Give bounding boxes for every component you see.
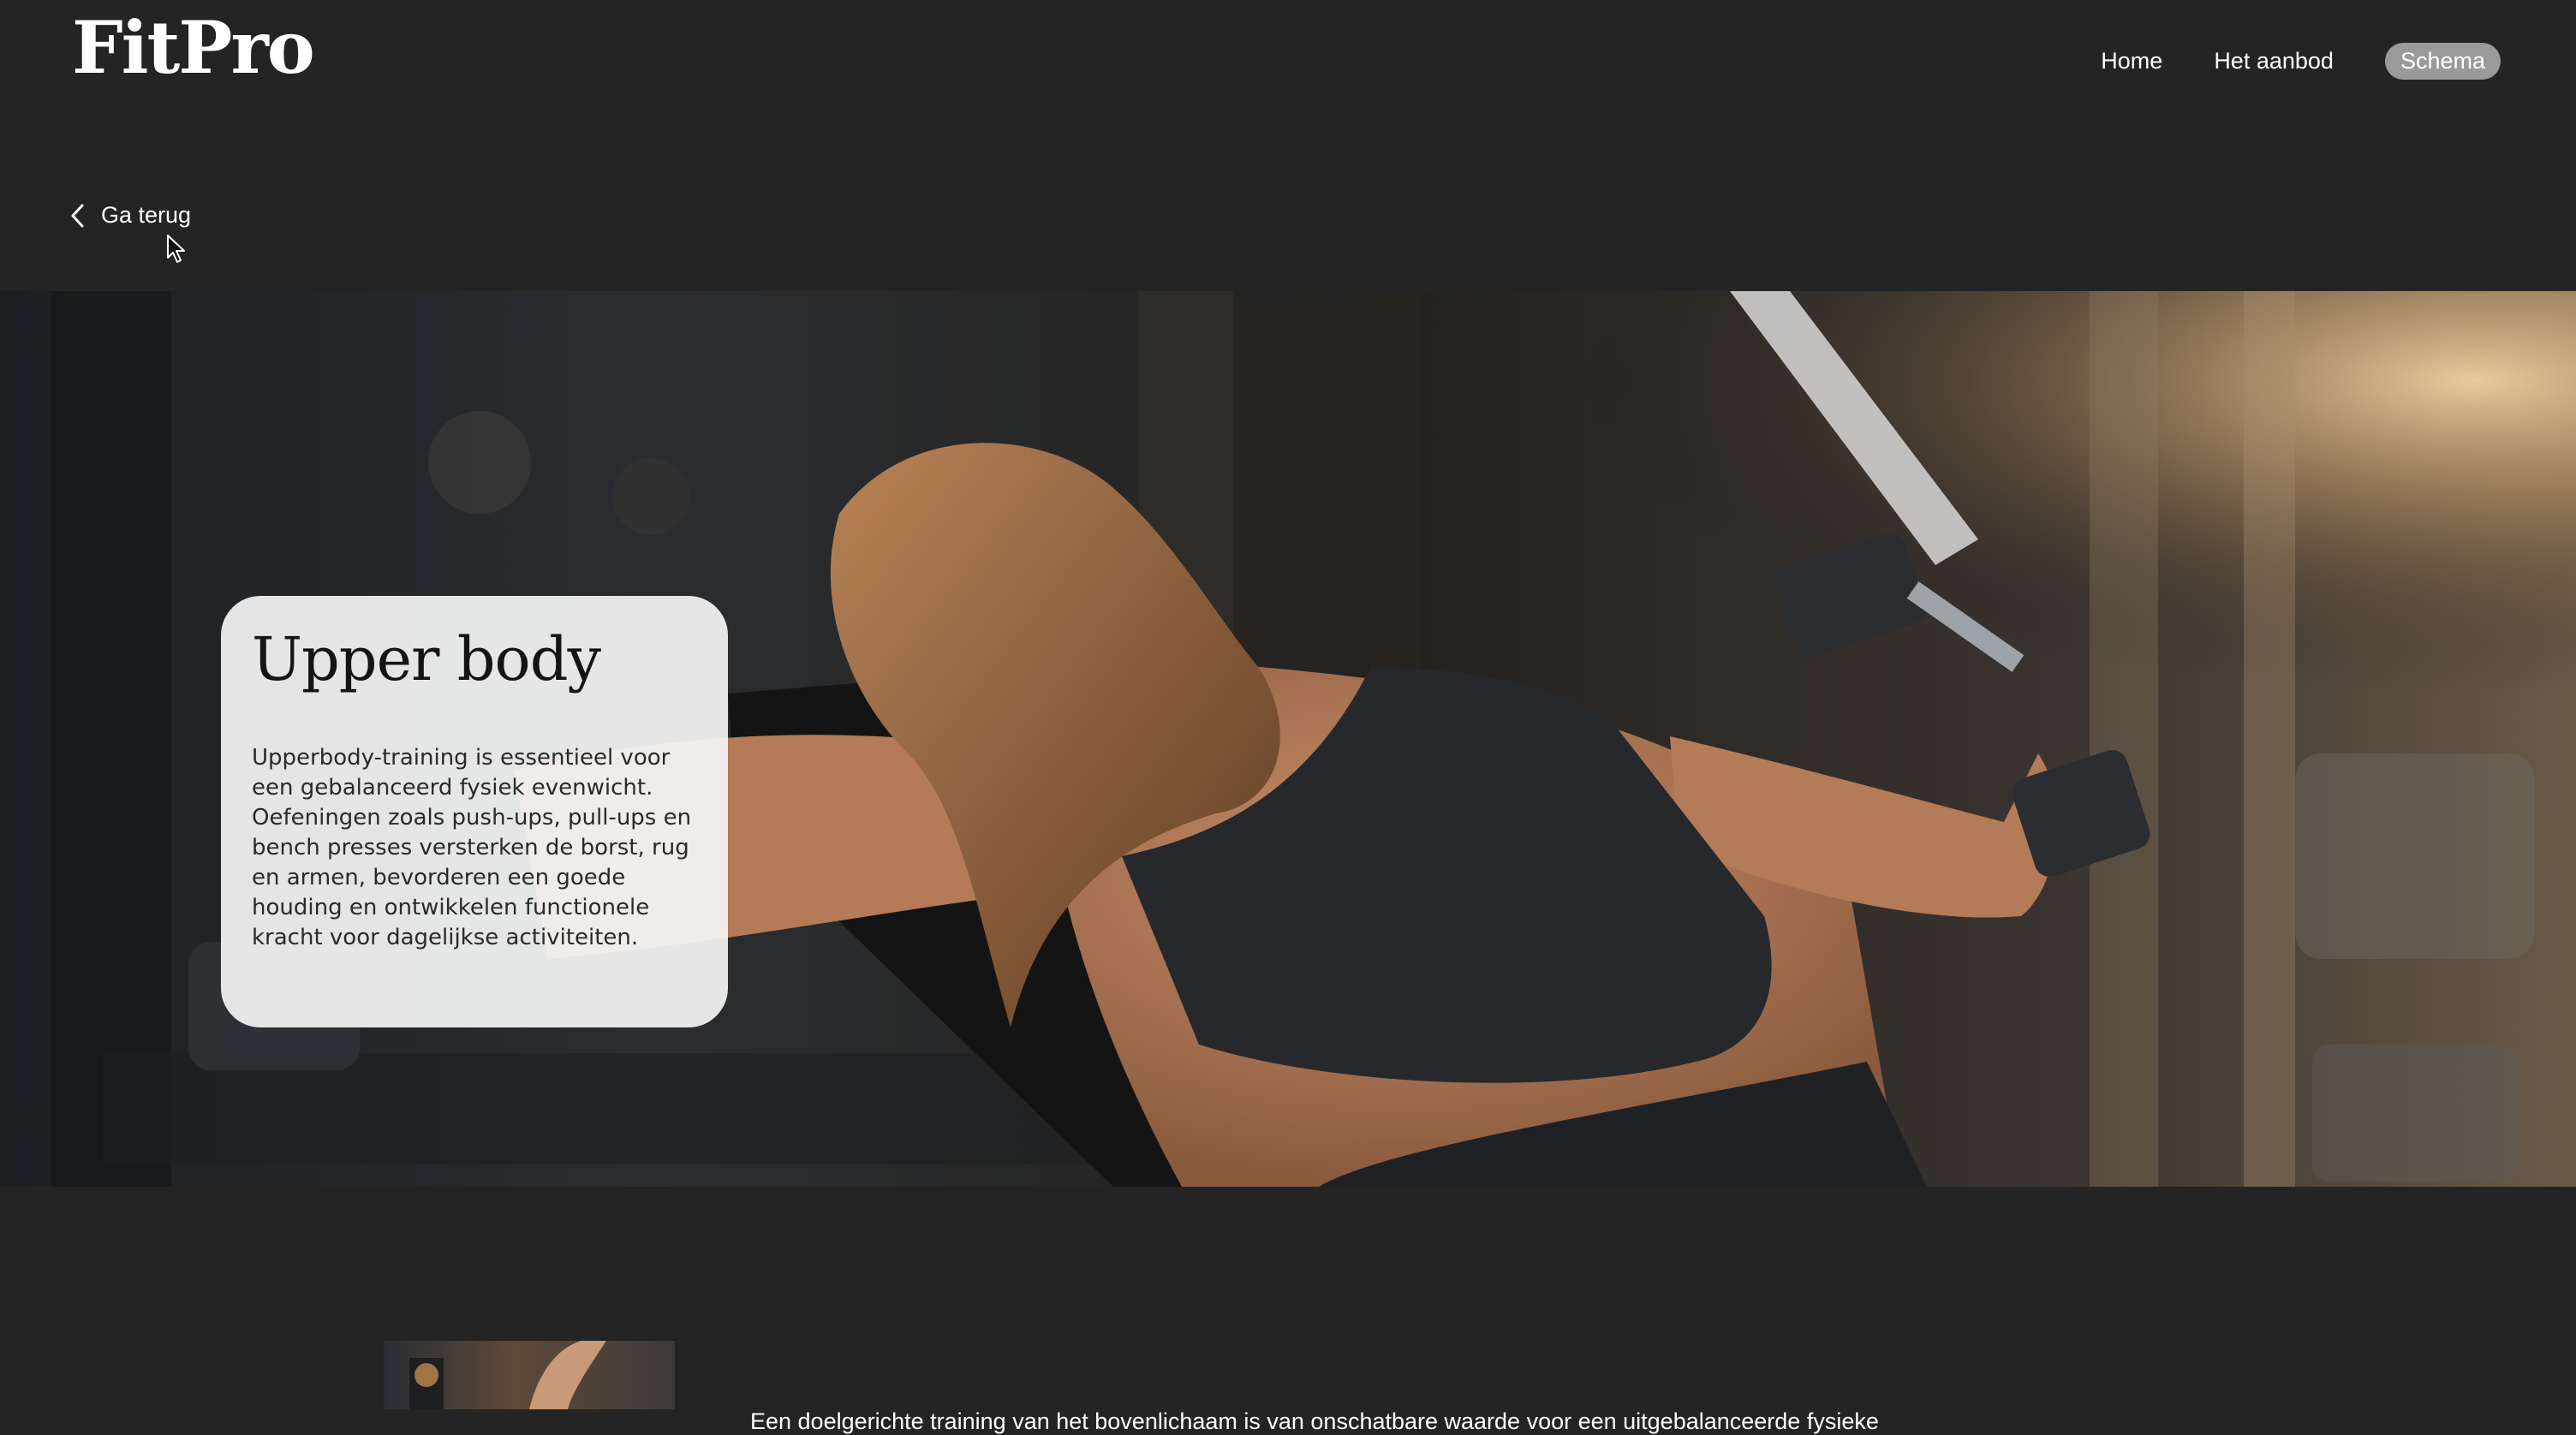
site-header: FitPro Home Het aanbod Schema [0, 0, 2576, 128]
main-nav: Home Het aanbod Schema [2101, 43, 2501, 80]
back-label: Ga terug [101, 202, 192, 228]
intro-paragraph: Een doelgerichte training van het bovenl… [750, 1408, 1879, 1434]
nav-schedule-button[interactable]: Schema [2384, 43, 2501, 80]
logo[interactable]: FitPro [72, 12, 315, 84]
content-section: Een doelgerichte training van het bovenl… [0, 1187, 2576, 1434]
upper-body-card: Upper body Upperbody-training is essenti… [221, 596, 728, 1027]
exercise-thumbnail [384, 1341, 675, 1409]
chevron-left-icon [71, 204, 84, 227]
back-link[interactable]: Ga terug [69, 202, 191, 229]
nav-offer-link[interactable]: Het aanbod [2214, 48, 2334, 74]
mouse-cursor-icon [167, 235, 185, 263]
card-description: Upperbody-training is essentieel voor ee… [252, 744, 692, 950]
nav-home-link[interactable]: Home [2101, 48, 2162, 74]
card-title: Upper body [252, 624, 601, 694]
hero-banner: Upper body Upperbody-training is essenti… [0, 291, 2576, 1187]
